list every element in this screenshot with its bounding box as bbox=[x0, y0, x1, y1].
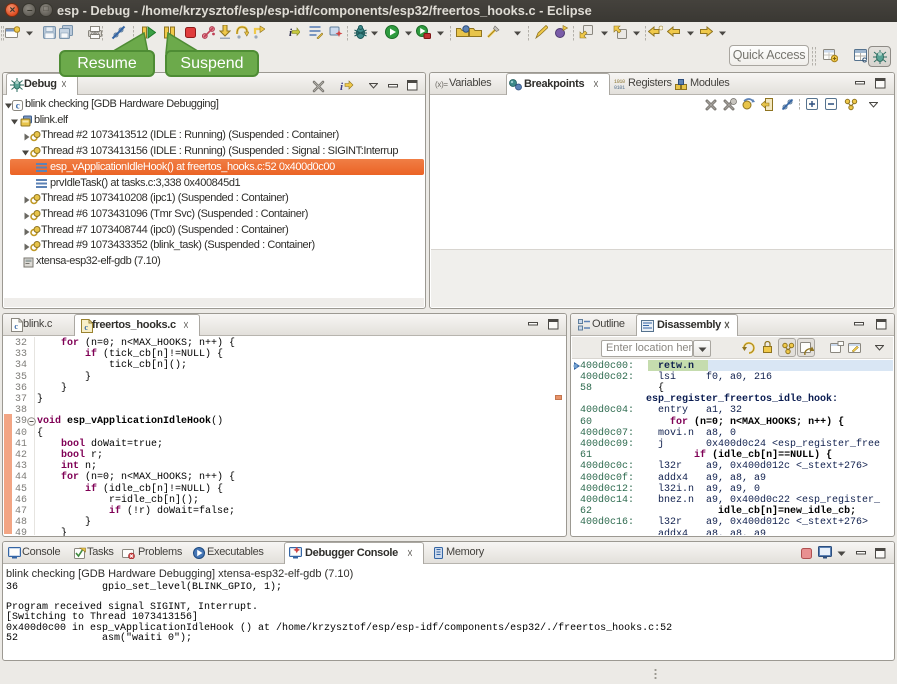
svg-text:0101: 0101 bbox=[614, 85, 625, 90]
svg-text:i: i bbox=[340, 81, 344, 92]
svg-text:(x)=: (x)= bbox=[435, 80, 448, 89]
svg-text:888: 888 bbox=[91, 31, 99, 36]
svg-text:c: c bbox=[16, 101, 20, 111]
svg-text:C: C bbox=[862, 58, 867, 64]
